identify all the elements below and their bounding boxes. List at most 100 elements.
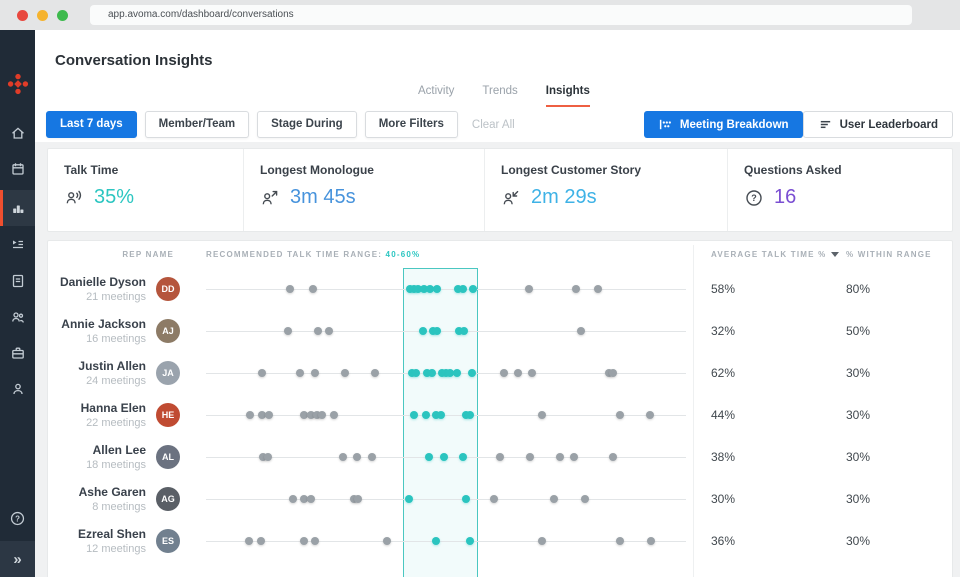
rep-name[interactable]: Allen Lee xyxy=(48,443,146,457)
meeting-dot-in-range[interactable] xyxy=(468,369,476,377)
meeting-dot-out-of-range[interactable] xyxy=(311,369,319,377)
home-icon[interactable] xyxy=(0,118,35,148)
meeting-dot-in-range[interactable] xyxy=(460,327,468,335)
meeting-dot-out-of-range[interactable] xyxy=(609,453,617,461)
meeting-dot-in-range[interactable] xyxy=(453,369,461,377)
meeting-dot-out-of-range[interactable] xyxy=(556,453,564,461)
meeting-dot-in-range[interactable] xyxy=(433,327,441,335)
avg-talk-time-header[interactable]: AVERAGE TALK TIME % xyxy=(711,250,846,259)
meeting-dot-out-of-range[interactable] xyxy=(371,369,379,377)
sidebar-collapse-button[interactable]: » xyxy=(0,541,35,577)
meeting-dot-in-range[interactable] xyxy=(437,411,445,419)
help-icon[interactable]: ? xyxy=(0,503,35,533)
avoma-logo-icon[interactable] xyxy=(0,68,35,100)
rep-name[interactable]: Hanna Elen xyxy=(48,401,146,415)
meeting-dot-out-of-range[interactable] xyxy=(284,327,292,335)
meeting-dot-in-range[interactable] xyxy=(432,537,440,545)
meeting-dot-out-of-range[interactable] xyxy=(647,537,655,545)
meeting-dot-out-of-range[interactable] xyxy=(368,453,376,461)
meeting-dot-out-of-range[interactable] xyxy=(572,285,580,293)
meeting-dot-out-of-range[interactable] xyxy=(616,537,624,545)
meeting-dot-in-range[interactable] xyxy=(428,369,436,377)
meeting-dot-in-range[interactable] xyxy=(412,369,420,377)
meeting-dot-out-of-range[interactable] xyxy=(286,285,294,293)
rep-name[interactable]: Justin Allen xyxy=(48,359,146,373)
address-bar[interactable]: app.avoma.com/dashboard/conversations xyxy=(90,5,912,25)
avatar[interactable]: AL xyxy=(156,445,180,469)
meeting-dot-out-of-range[interactable] xyxy=(525,285,533,293)
rep-name[interactable]: Danielle Dyson xyxy=(48,275,146,289)
meeting-dot-out-of-range[interactable] xyxy=(538,411,546,419)
meeting-dot-out-of-range[interactable] xyxy=(309,285,317,293)
avatar[interactable]: JA xyxy=(156,361,180,385)
tab-activity[interactable]: Activity xyxy=(418,85,454,107)
meeting-dot-out-of-range[interactable] xyxy=(577,327,585,335)
meeting-dot-out-of-range[interactable] xyxy=(616,411,624,419)
meeting-dot-in-range[interactable] xyxy=(440,453,448,461)
rep-name[interactable]: Ashe Garen xyxy=(48,485,146,499)
meeting-dot-out-of-range[interactable] xyxy=(354,495,362,503)
meeting-dot-out-of-range[interactable] xyxy=(528,369,536,377)
meeting-dot-out-of-range[interactable] xyxy=(500,369,508,377)
meeting-dot-out-of-range[interactable] xyxy=(296,369,304,377)
meeting-dot-in-range[interactable] xyxy=(466,537,474,545)
meeting-dot-out-of-range[interactable] xyxy=(496,453,504,461)
meeting-dot-out-of-range[interactable] xyxy=(300,537,308,545)
profile-icon[interactable] xyxy=(0,374,35,404)
clear-all-link[interactable]: Clear All xyxy=(472,119,515,131)
meeting-dot-in-range[interactable] xyxy=(433,285,441,293)
tab-insights[interactable]: Insights xyxy=(546,85,590,107)
meeting-dot-out-of-range[interactable] xyxy=(307,495,315,503)
minimize-window-icon[interactable] xyxy=(37,10,48,21)
meeting-dot-out-of-range[interactable] xyxy=(526,453,534,461)
avatar[interactable]: AG xyxy=(156,487,180,511)
meeting-dot-out-of-range[interactable] xyxy=(314,327,322,335)
user-leaderboard-button[interactable]: User Leaderboard xyxy=(803,111,953,138)
meeting-breakdown-button[interactable]: Meeting Breakdown xyxy=(644,111,803,138)
meeting-dot-out-of-range[interactable] xyxy=(550,495,558,503)
meeting-dot-out-of-range[interactable] xyxy=(257,537,265,545)
meeting-dot-out-of-range[interactable] xyxy=(609,369,617,377)
meeting-dot-in-range[interactable] xyxy=(405,495,413,503)
meeting-dot-out-of-range[interactable] xyxy=(581,495,589,503)
tab-trends[interactable]: Trends xyxy=(482,85,517,107)
meeting-dot-out-of-range[interactable] xyxy=(311,537,319,545)
meeting-dot-in-range[interactable] xyxy=(419,327,427,335)
meeting-dot-out-of-range[interactable] xyxy=(318,411,326,419)
meeting-dot-out-of-range[interactable] xyxy=(341,369,349,377)
meeting-dot-out-of-range[interactable] xyxy=(594,285,602,293)
meeting-dot-in-range[interactable] xyxy=(425,453,433,461)
avatar[interactable]: HE xyxy=(156,403,180,427)
playlist-icon[interactable] xyxy=(0,230,35,260)
meeting-dot-out-of-range[interactable] xyxy=(646,411,654,419)
meeting-dot-out-of-range[interactable] xyxy=(383,537,391,545)
meeting-dot-in-range[interactable] xyxy=(422,411,430,419)
member-team-filter-button[interactable]: Member/Team xyxy=(145,111,249,138)
meeting-dot-out-of-range[interactable] xyxy=(490,495,498,503)
maximize-window-icon[interactable] xyxy=(57,10,68,21)
meeting-dot-in-range[interactable] xyxy=(459,453,467,461)
meeting-dot-out-of-range[interactable] xyxy=(246,411,254,419)
notes-icon[interactable] xyxy=(0,266,35,296)
contacts-icon[interactable] xyxy=(0,302,35,332)
deals-icon[interactable] xyxy=(0,338,35,368)
meeting-dot-out-of-range[interactable] xyxy=(325,327,333,335)
meeting-dot-out-of-range[interactable] xyxy=(339,453,347,461)
meeting-dot-out-of-range[interactable] xyxy=(514,369,522,377)
meeting-dot-out-of-range[interactable] xyxy=(265,411,273,419)
meeting-dot-out-of-range[interactable] xyxy=(258,369,266,377)
meeting-dot-in-range[interactable] xyxy=(469,285,477,293)
meeting-dot-in-range[interactable] xyxy=(466,411,474,419)
meeting-dot-out-of-range[interactable] xyxy=(538,537,546,545)
date-range-filter-button[interactable]: Last 7 days xyxy=(46,111,137,138)
meeting-dot-out-of-range[interactable] xyxy=(330,411,338,419)
rep-name[interactable]: Annie Jackson xyxy=(48,317,146,331)
stage-during-filter-button[interactable]: Stage During xyxy=(257,111,357,138)
calendar-icon[interactable] xyxy=(0,154,35,184)
meeting-dot-out-of-range[interactable] xyxy=(289,495,297,503)
close-window-icon[interactable] xyxy=(17,10,28,21)
meeting-dot-out-of-range[interactable] xyxy=(570,453,578,461)
meeting-dot-out-of-range[interactable] xyxy=(353,453,361,461)
meeting-dot-in-range[interactable] xyxy=(462,495,470,503)
rep-name[interactable]: Ezreal Shen xyxy=(48,527,146,541)
